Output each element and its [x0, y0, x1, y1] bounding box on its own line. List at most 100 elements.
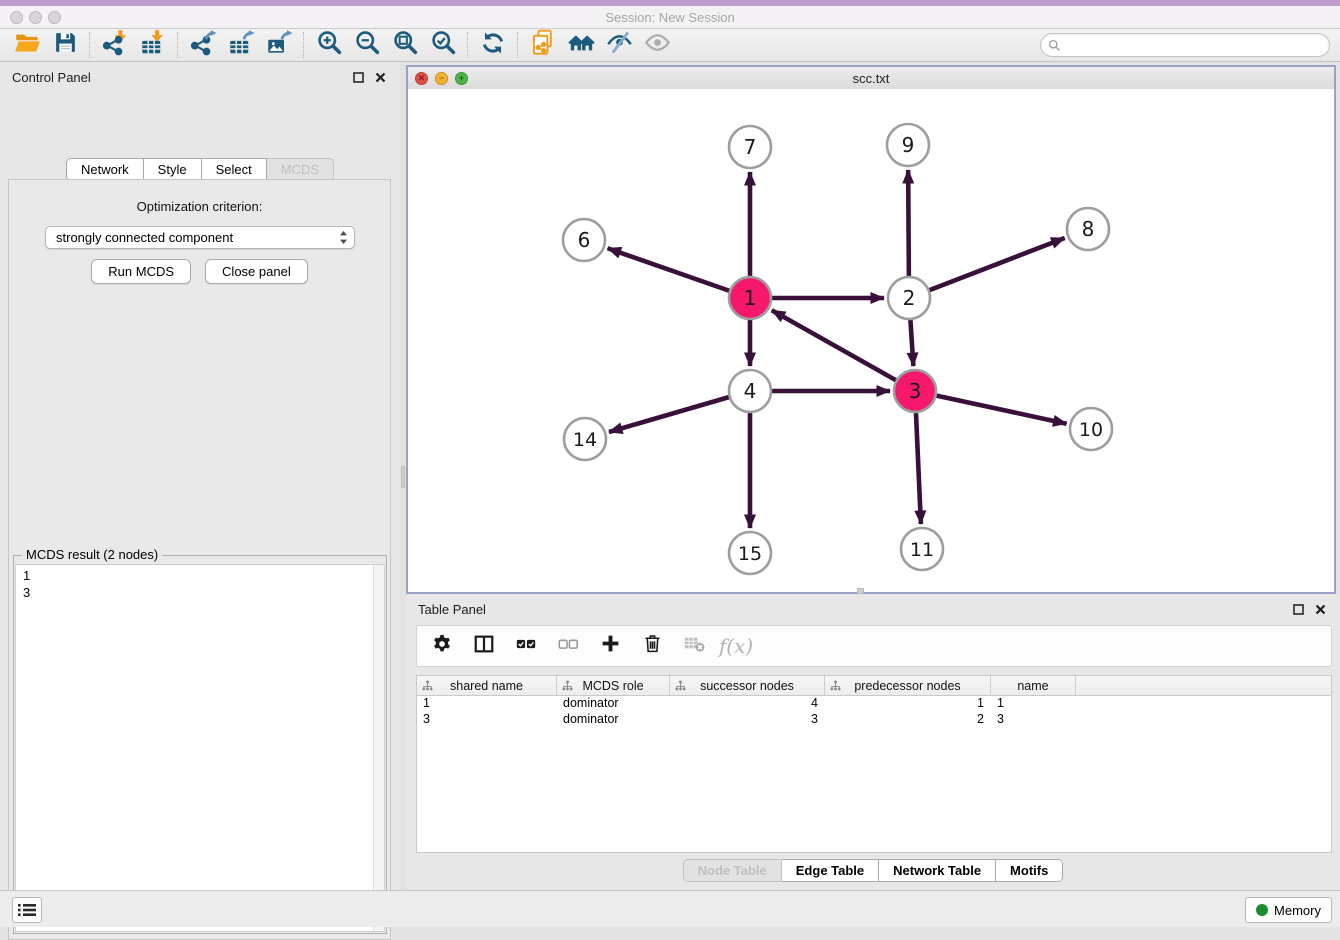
export-image-icon: [266, 29, 293, 61]
graph-node-15[interactable]: 15: [729, 532, 771, 574]
save-session-icon: [53, 30, 78, 60]
hide-selected-button[interactable]: [600, 30, 638, 60]
graph-node-14[interactable]: 14: [564, 418, 606, 460]
edge-3-11[interactable]: [916, 413, 921, 524]
save-session-button[interactable]: [46, 30, 84, 60]
table-row[interactable]: 3dominator323: [417, 712, 1331, 728]
node-table[interactable]: shared nameMCDS rolesuccessor nodesprede…: [416, 675, 1332, 853]
delete-table-icon: [683, 632, 706, 660]
edge-2-9[interactable]: [908, 170, 909, 276]
tab-style[interactable]: Style: [144, 158, 202, 181]
tab-select[interactable]: Select: [202, 158, 267, 181]
graph-node-8[interactable]: 8: [1067, 208, 1109, 250]
refresh-icon: [480, 30, 506, 61]
svg-text:4: 4: [744, 379, 757, 403]
zoom-selected-button[interactable]: [424, 30, 462, 60]
task-history-button[interactable]: [12, 897, 42, 923]
close-panel-icon[interactable]: [372, 69, 388, 85]
fit-content-button[interactable]: [386, 30, 424, 60]
export-network-button[interactable]: [184, 30, 222, 60]
import-table-button[interactable]: [134, 30, 172, 60]
graph-node-7[interactable]: 7: [729, 126, 771, 168]
graph-node-3[interactable]: 3: [894, 370, 936, 412]
refresh-button[interactable]: [474, 30, 512, 60]
cell-predecessor-nodes[interactable]: 2: [825, 712, 991, 728]
column-header-MCDS-role[interactable]: MCDS role: [557, 676, 670, 695]
graph-node-2[interactable]: 2: [888, 277, 930, 319]
cell-MCDS-role[interactable]: dominator: [557, 712, 670, 728]
control-panel-title: Control Panel: [12, 70, 91, 85]
column-header-successor-nodes[interactable]: successor nodes: [670, 676, 825, 695]
run-mcds-button[interactable]: Run MCDS: [91, 259, 191, 284]
import-network-button[interactable]: [96, 30, 134, 60]
close-panel-button[interactable]: Close panel: [205, 259, 308, 284]
table-toolbar: f(x): [416, 625, 1332, 667]
tab-motifs[interactable]: Motifs: [996, 859, 1063, 882]
cell-predecessor-nodes[interactable]: 1: [825, 696, 991, 712]
edge-3-10[interactable]: [937, 396, 1067, 424]
cell-MCDS-role[interactable]: dominator: [557, 696, 670, 712]
status-bar: Memory: [0, 890, 1340, 927]
graph-node-1[interactable]: 1: [729, 277, 771, 319]
column-header-shared-name[interactable]: shared name: [417, 676, 557, 695]
zoom-out-button[interactable]: [348, 30, 386, 60]
first-neighbors-button[interactable]: [562, 30, 600, 60]
network-canvas[interactable]: 7 9 6 8 1 2 4 3 14 10 15 11: [408, 89, 1334, 592]
tab-network-table[interactable]: Network Table: [879, 859, 996, 882]
table-close-icon[interactable]: [1312, 601, 1328, 617]
tab-network[interactable]: Network: [66, 158, 144, 181]
table-float-icon[interactable]: [1290, 601, 1306, 617]
column-header-predecessor-nodes[interactable]: predecessor nodes: [825, 676, 991, 695]
horizontal-splitter-grip[interactable]: [857, 588, 864, 594]
duplicate-network-button[interactable]: [524, 30, 562, 60]
toolbar-separator: [467, 32, 469, 58]
zoom-in-button[interactable]: [310, 30, 348, 60]
first-neighbors-icon: [568, 29, 595, 61]
cell-name[interactable]: 3: [991, 712, 1076, 728]
result-scrollbar[interactable]: [373, 565, 384, 931]
edge-3-1[interactable]: [772, 310, 896, 380]
delete-row-button[interactable]: [639, 633, 665, 659]
graph-node-11[interactable]: 11: [901, 528, 943, 570]
splitter-grip[interactable]: [401, 466, 405, 488]
search-input[interactable]: [1065, 37, 1329, 53]
edge-4-14[interactable]: [609, 397, 729, 432]
edge-1-6[interactable]: [608, 248, 730, 290]
criterion-dropdown[interactable]: strongly connected component: [45, 226, 355, 249]
network-graph-svg[interactable]: 7 9 6 8 1 2 4 3 14 10 15 11: [408, 89, 1332, 592]
table-tabs: Node TableEdge TableNetwork TableMotifs: [406, 859, 1340, 882]
mcds-result-textarea[interactable]: 1 3: [15, 564, 385, 932]
table-row[interactable]: 1dominator411: [417, 696, 1331, 712]
select-all-button[interactable]: [513, 633, 539, 659]
add-row-button[interactable]: [597, 633, 623, 659]
cell-shared-name[interactable]: 1: [417, 696, 557, 712]
columns-button[interactable]: [471, 633, 497, 659]
duplicate-network-icon: [530, 29, 557, 61]
open-session-button[interactable]: [8, 30, 46, 60]
graph-node-10[interactable]: 10: [1070, 408, 1112, 450]
export-image-button[interactable]: [260, 30, 298, 60]
deselect-all-button[interactable]: [555, 633, 581, 659]
column-header-name[interactable]: name: [991, 676, 1076, 695]
edge-2-3[interactable]: [910, 320, 913, 366]
graph-node-4[interactable]: 4: [729, 370, 771, 412]
graph-node-9[interactable]: 9: [887, 124, 929, 166]
tab-node-table[interactable]: Node Table: [683, 859, 782, 882]
optimization-criterion-label: Optimization criterion:: [9, 199, 390, 214]
cell-name[interactable]: 1: [991, 696, 1076, 712]
search-box[interactable]: [1040, 33, 1330, 57]
export-table-button[interactable]: [222, 30, 260, 60]
float-panel-icon[interactable]: [350, 69, 366, 85]
show-all-icon: [644, 29, 671, 61]
network-titlebar[interactable]: ✕ − + scc.txt: [408, 67, 1334, 90]
cell-successor-nodes[interactable]: 3: [670, 712, 825, 728]
tab-mcds[interactable]: MCDS: [267, 158, 334, 181]
memory-button[interactable]: Memory: [1245, 897, 1332, 923]
edge-2-8[interactable]: [930, 238, 1065, 290]
tab-edge-table[interactable]: Edge Table: [782, 859, 879, 882]
cell-successor-nodes[interactable]: 4: [670, 696, 825, 712]
graph-node-6[interactable]: 6: [563, 219, 605, 261]
cell-shared-name[interactable]: 3: [417, 712, 557, 728]
list-icon: [18, 903, 36, 917]
gear-button[interactable]: [429, 633, 455, 659]
